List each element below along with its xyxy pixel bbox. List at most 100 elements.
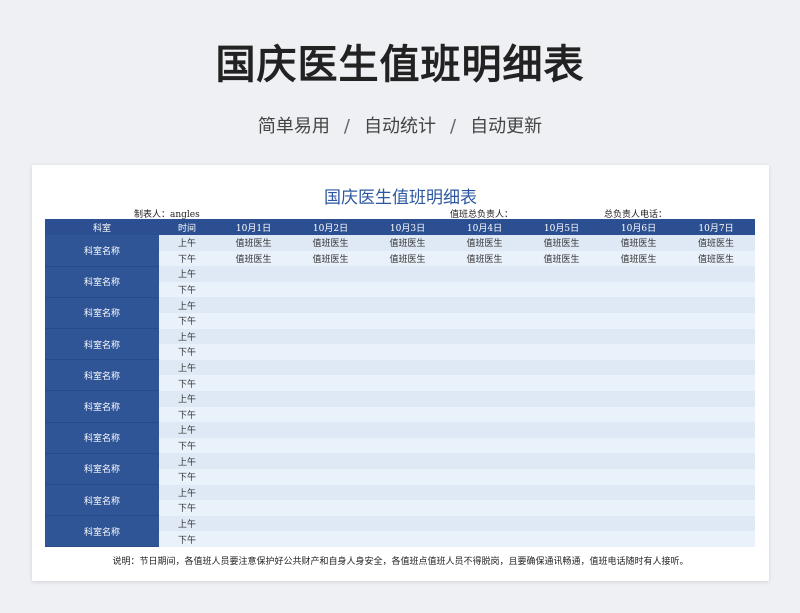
duty-cell[interactable]: [600, 390, 677, 407]
duty-cell[interactable]: [677, 344, 755, 360]
duty-cell[interactable]: 值班医生: [600, 235, 677, 251]
duty-cell[interactable]: [215, 468, 292, 485]
duty-cell[interactable]: [215, 390, 292, 407]
duty-cell[interactable]: [600, 297, 677, 313]
duty-cell[interactable]: [523, 281, 600, 298]
duty-cell[interactable]: [446, 422, 523, 438]
duty-cell[interactable]: [292, 266, 369, 282]
duty-cell[interactable]: [292, 390, 369, 407]
duty-cell[interactable]: 值班医生: [215, 250, 292, 267]
duty-cell[interactable]: [523, 531, 600, 547]
duty-cell[interactable]: [215, 515, 292, 532]
duty-cell[interactable]: [292, 422, 369, 438]
duty-cell[interactable]: [600, 484, 677, 501]
duty-cell[interactable]: [292, 375, 369, 391]
duty-cell[interactable]: [600, 312, 677, 329]
duty-cell[interactable]: [446, 453, 523, 469]
duty-cell[interactable]: [600, 437, 677, 454]
duty-cell[interactable]: [523, 468, 600, 485]
duty-cell[interactable]: 值班医生: [369, 235, 446, 251]
duty-cell[interactable]: 值班医生: [523, 250, 600, 267]
duty-cell[interactable]: [600, 422, 677, 438]
duty-cell[interactable]: [600, 344, 677, 360]
duty-cell[interactable]: [369, 266, 446, 282]
duty-cell[interactable]: [446, 531, 523, 547]
duty-cell[interactable]: [215, 281, 292, 298]
duty-cell[interactable]: [215, 312, 292, 329]
duty-cell[interactable]: [677, 390, 755, 407]
duty-cell[interactable]: [446, 344, 523, 360]
duty-cell[interactable]: 值班医生: [292, 235, 369, 251]
duty-cell[interactable]: [369, 359, 446, 376]
duty-cell[interactable]: 值班医生: [215, 235, 292, 251]
duty-cell[interactable]: [369, 328, 446, 345]
duty-cell[interactable]: [446, 437, 523, 454]
duty-cell[interactable]: [446, 390, 523, 407]
duty-cell[interactable]: 值班医生: [677, 250, 755, 267]
duty-cell[interactable]: [677, 328, 755, 345]
duty-cell[interactable]: [677, 406, 755, 423]
duty-cell[interactable]: [369, 484, 446, 501]
dept-name-cell[interactable]: 科室名称: [45, 266, 159, 298]
duty-cell[interactable]: [446, 266, 523, 282]
duty-cell[interactable]: [292, 437, 369, 454]
duty-cell[interactable]: [677, 453, 755, 469]
duty-cell[interactable]: [523, 453, 600, 469]
duty-cell[interactable]: [292, 531, 369, 547]
dept-name-cell[interactable]: 科室名称: [45, 235, 159, 267]
duty-cell[interactable]: [369, 375, 446, 391]
duty-cell[interactable]: [677, 375, 755, 391]
duty-cell[interactable]: [369, 297, 446, 313]
duty-cell[interactable]: 值班医生: [446, 250, 523, 267]
duty-cell[interactable]: [292, 328, 369, 345]
dept-name-cell[interactable]: 科室名称: [45, 515, 159, 548]
duty-cell[interactable]: [215, 375, 292, 391]
duty-cell[interactable]: [369, 500, 446, 516]
dept-name-cell[interactable]: 科室名称: [45, 359, 159, 392]
duty-cell[interactable]: [369, 406, 446, 423]
duty-cell[interactable]: [369, 453, 446, 469]
duty-cell[interactable]: [523, 297, 600, 313]
duty-cell[interactable]: [215, 531, 292, 547]
duty-cell[interactable]: [292, 344, 369, 360]
dept-name-cell[interactable]: 科室名称: [45, 297, 159, 330]
duty-cell[interactable]: [446, 406, 523, 423]
duty-cell[interactable]: 值班医生: [677, 235, 755, 251]
duty-cell[interactable]: [677, 468, 755, 485]
duty-cell[interactable]: [446, 468, 523, 485]
duty-cell[interactable]: [292, 359, 369, 376]
duty-cell[interactable]: [215, 500, 292, 516]
duty-cell[interactable]: [600, 266, 677, 282]
duty-cell[interactable]: [215, 453, 292, 469]
duty-cell[interactable]: [292, 297, 369, 313]
duty-cell[interactable]: [677, 312, 755, 329]
duty-cell[interactable]: [677, 500, 755, 516]
duty-cell[interactable]: [677, 266, 755, 282]
duty-cell[interactable]: [600, 328, 677, 345]
duty-cell[interactable]: [600, 281, 677, 298]
duty-cell[interactable]: [523, 375, 600, 391]
dept-name-cell[interactable]: 科室名称: [45, 390, 159, 423]
dept-name-cell[interactable]: 科室名称: [45, 328, 159, 361]
dept-name-cell[interactable]: 科室名称: [45, 484, 159, 517]
duty-cell[interactable]: [600, 500, 677, 516]
duty-cell[interactable]: [677, 531, 755, 547]
duty-cell[interactable]: [215, 484, 292, 501]
duty-cell[interactable]: [600, 406, 677, 423]
duty-cell[interactable]: [446, 359, 523, 376]
duty-cell[interactable]: [523, 515, 600, 532]
duty-cell[interactable]: 值班医生: [446, 235, 523, 251]
duty-cell[interactable]: [215, 328, 292, 345]
duty-cell[interactable]: [600, 468, 677, 485]
duty-cell[interactable]: [292, 281, 369, 298]
duty-cell[interactable]: [523, 390, 600, 407]
duty-cell[interactable]: [446, 500, 523, 516]
duty-cell[interactable]: [446, 297, 523, 313]
duty-cell[interactable]: [369, 422, 446, 438]
duty-cell[interactable]: [677, 515, 755, 532]
dept-name-cell[interactable]: 科室名称: [45, 453, 159, 486]
duty-cell[interactable]: [523, 422, 600, 438]
duty-cell[interactable]: [369, 468, 446, 485]
duty-cell[interactable]: [292, 515, 369, 532]
duty-cell[interactable]: [215, 266, 292, 282]
